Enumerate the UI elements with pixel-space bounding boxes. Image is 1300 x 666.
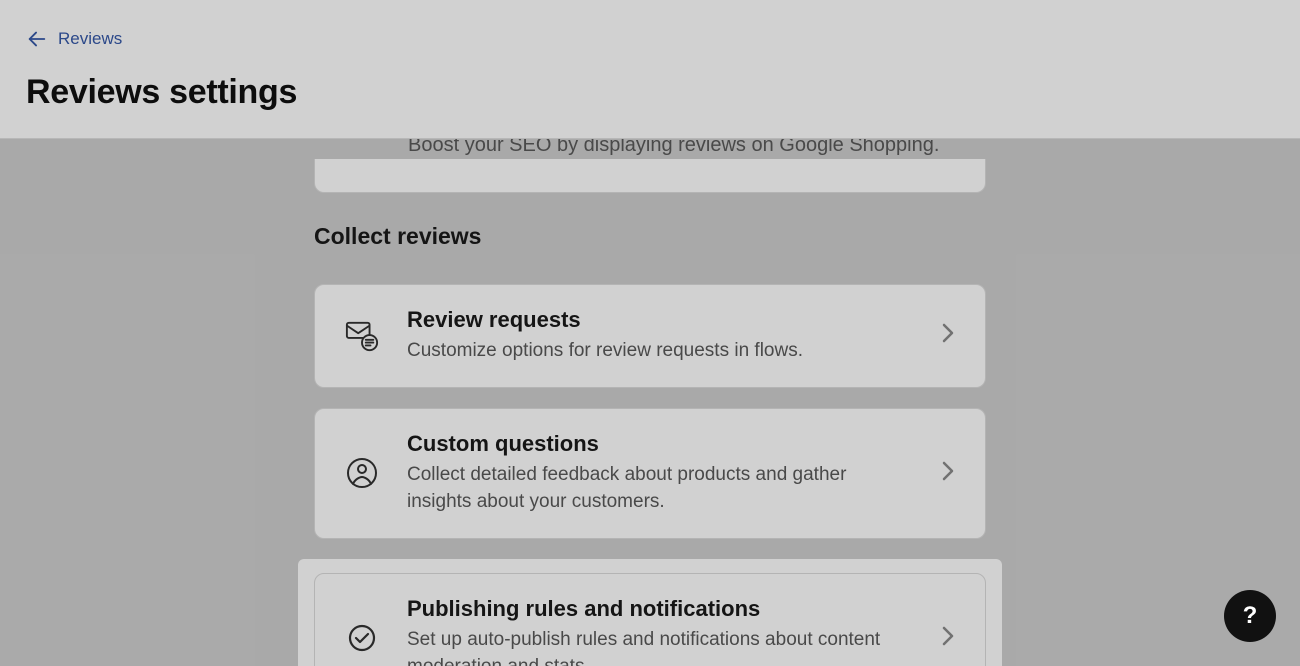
card-title: Review requests bbox=[407, 307, 913, 333]
section-title: Collect reviews bbox=[314, 223, 986, 250]
arrow-left-icon bbox=[26, 28, 48, 50]
card-publishing-rules[interactable]: Publishing rules and notifications Set u… bbox=[314, 573, 986, 666]
card-description: Set up auto-publish rules and notificati… bbox=[407, 626, 913, 666]
page-title: Reviews settings bbox=[26, 73, 1274, 112]
chevron-right-icon bbox=[941, 625, 961, 652]
mail-chat-icon bbox=[345, 319, 379, 353]
chevron-right-icon bbox=[941, 322, 961, 349]
partial-card-border bbox=[314, 159, 986, 193]
person-circle-icon bbox=[345, 457, 379, 489]
page-header: Reviews Reviews settings bbox=[0, 0, 1300, 139]
check-circle-icon bbox=[345, 623, 379, 653]
card-review-requests[interactable]: Review requests Customize options for re… bbox=[314, 284, 986, 388]
back-link-label: Reviews bbox=[58, 29, 122, 49]
partial-card-description: Boost your SEO by displaying reviews on … bbox=[314, 139, 986, 159]
content-area: Boost your SEO by displaying reviews on … bbox=[0, 139, 1300, 666]
help-button[interactable]: ? bbox=[1224, 590, 1276, 642]
card-title: Custom questions bbox=[407, 431, 913, 457]
card-custom-questions[interactable]: Custom questions Collect detailed feedba… bbox=[314, 408, 986, 539]
partial-card[interactable]: Boost your SEO by displaying reviews on … bbox=[314, 139, 986, 193]
back-link[interactable]: Reviews bbox=[26, 28, 122, 50]
card-description: Customize options for review requests in… bbox=[407, 337, 913, 365]
help-icon: ? bbox=[1243, 602, 1258, 630]
highlighted-card-wrap: Publishing rules and notifications Set u… bbox=[298, 559, 1002, 666]
card-description: Collect detailed feedback about products… bbox=[407, 461, 913, 516]
chevron-right-icon bbox=[941, 460, 961, 487]
card-title: Publishing rules and notifications bbox=[407, 596, 913, 622]
